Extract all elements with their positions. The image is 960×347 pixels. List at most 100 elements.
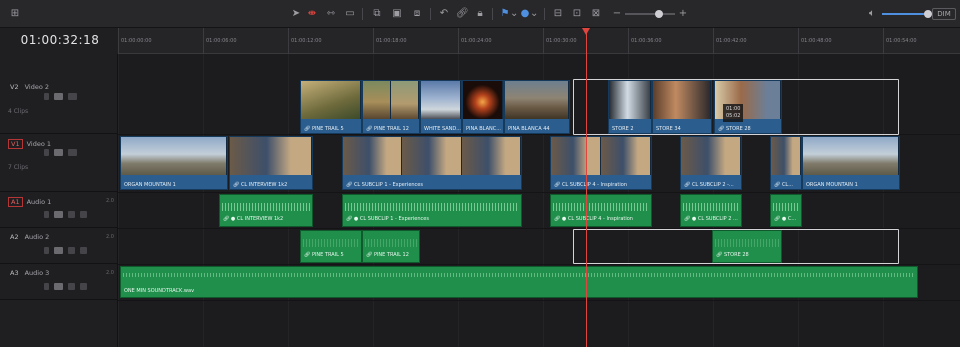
solo-icon[interactable]	[68, 283, 75, 290]
video-clip[interactable]: PINA BLANC...	[462, 80, 504, 134]
audio-clip[interactable]: 🔗︎ ● CL SUBCLIP 1 - Experiences	[342, 194, 522, 227]
clip-name: CL SUBCLIP 4 - Inspiration	[561, 182, 628, 188]
audio-clip[interactable]: 🔗︎ PINE TRAIL 5	[300, 230, 362, 263]
audio-clip[interactable]: 🔗︎ ● CL INTERVIEW 1k2	[219, 194, 313, 227]
volume-slider-knob[interactable]	[924, 10, 932, 18]
volume-slider-track[interactable]	[882, 13, 926, 15]
audio-waveform	[365, 239, 417, 248]
current-timecode[interactable]: 01:00:32:18	[10, 33, 110, 47]
video-clip[interactable]: ORGAN MOUNTAIN 1	[120, 136, 228, 190]
linked-selection-icon[interactable]: 🔗︎	[456, 7, 469, 21]
video-clip[interactable]: 🔗︎ CL SUBCLIP 1 - Experiences	[342, 136, 522, 190]
lock-track-icon[interactable]	[44, 283, 49, 290]
auto-select-icon[interactable]	[54, 283, 63, 290]
video-clip[interactable]: PINA BLANCA 44	[504, 80, 570, 134]
track-id[interactable]: V1	[8, 139, 23, 149]
track-title: A1 Audio 1	[8, 197, 51, 207]
audio-waveform	[222, 203, 310, 212]
dynamic-trim-icon[interactable]: ⇿	[324, 7, 338, 21]
auto-select-icon[interactable]	[54, 93, 63, 100]
auto-select-icon[interactable]	[54, 247, 63, 254]
clip-name: CL...	[781, 182, 793, 188]
video-clip[interactable]: 🔗︎ CL SUBCLIP 4 - Inspiration	[550, 136, 652, 190]
timeline-tracks-area[interactable]: 🔗︎ PINE TRAIL 5 🔗︎ PINE TRAIL 12 WHITE S…	[118, 54, 960, 347]
audio-waveform	[303, 239, 359, 248]
clip-name: PINE TRAIL 12	[373, 252, 409, 258]
auto-select-icon[interactable]	[54, 211, 63, 218]
clip-thumbnails	[230, 137, 312, 175]
track-header-v2[interactable]: V2 Video 2 4 Clips	[0, 78, 118, 134]
lock-track-icon[interactable]	[44, 247, 49, 254]
audio-waveform	[773, 203, 799, 212]
ruler-divider	[118, 28, 119, 54]
snapping-icon[interactable]: ↶	[438, 7, 450, 21]
zoom-slider-track[interactable]	[625, 13, 675, 15]
track-label: Audio 2	[24, 233, 50, 241]
position-lock-icon[interactable]: 🔒︎	[474, 7, 486, 21]
track-header-a2[interactable]: A2 Audio 2 2.0	[0, 228, 118, 264]
clip-name: C...	[787, 216, 797, 222]
track-header-a3[interactable]: A3 Audio 3 2.0	[0, 264, 118, 300]
flag-icon[interactable]: ⚑	[500, 7, 510, 21]
speaker-icon[interactable]: 🔈︎	[866, 7, 878, 21]
auto-select-icon[interactable]	[54, 149, 63, 156]
playhead-marker-icon[interactable]	[582, 28, 590, 35]
track-header-v1[interactable]: V1 Video 1 7 Clips	[0, 134, 118, 192]
playhead-line[interactable]	[586, 28, 587, 347]
insert-clip-icon[interactable]: ⧉	[370, 7, 384, 21]
zoom-out-icon[interactable]: −	[612, 7, 622, 21]
video-clip[interactable]: WHITE SAND...	[420, 80, 462, 134]
selection-tool-icon[interactable]: ➤	[290, 7, 302, 21]
lock-track-icon[interactable]	[44, 211, 49, 218]
audio-clip[interactable]: 🔗︎ PINE TRAIL 12	[362, 230, 420, 263]
audio-clip[interactable]: 🔗︎ ● CL SUBCLIP 4 - Inspiration	[550, 194, 652, 227]
video-clip[interactable]: 🔗︎ CL SUBCLIP 2 -...	[680, 136, 742, 190]
mute-icon[interactable]	[80, 283, 87, 290]
ruler-divider	[883, 28, 884, 54]
ruler-tick-label: 01:00:42:00	[716, 38, 747, 44]
zoom-in-icon[interactable]: +	[678, 7, 688, 21]
track-title: V2 Video 2	[8, 83, 49, 91]
marker-icon[interactable]: ●	[520, 7, 530, 21]
blade-tool-icon[interactable]: ▭	[343, 7, 357, 21]
track-id[interactable]: A1	[8, 197, 23, 207]
solo-icon[interactable]	[68, 247, 75, 254]
toolbar-divider	[362, 8, 363, 20]
ruler-tick-label: 01:00:48:00	[801, 38, 832, 44]
lock-track-icon[interactable]	[44, 93, 49, 100]
detail-zoom-icon[interactable]: ⊡	[570, 7, 584, 21]
track-header-a1[interactable]: A1 Audio 1 2.0	[0, 192, 118, 228]
track-volume-value: 2.0	[106, 270, 114, 276]
replace-clip-icon[interactable]: ⧈	[410, 7, 424, 21]
clip-thumbnails	[363, 81, 419, 119]
clip-name: WHITE SAND...	[424, 126, 462, 132]
video-clip[interactable]: 🔗︎ CL INTERVIEW 1k2	[229, 136, 313, 190]
full-extent-zoom-icon[interactable]: ⊟	[551, 7, 565, 21]
ruler-divider	[373, 28, 374, 54]
zoom-slider-knob[interactable]	[655, 10, 663, 18]
video-clip[interactable]: ORGAN MOUNTAIN 1	[802, 136, 900, 190]
solo-icon[interactable]	[68, 211, 75, 218]
video-clip[interactable]: 🔗︎ CL...	[770, 136, 802, 190]
dim-button[interactable]: DIM	[932, 8, 956, 20]
audio-clip[interactable]: 🔗︎ ● CL SUBCLIP 2 ...	[680, 194, 742, 227]
custom-zoom-icon[interactable]: ⊠	[589, 7, 603, 21]
timeline-view-options-icon[interactable]: ⊞	[8, 7, 22, 21]
flag-dropdown-chevron-icon[interactable]: ⌄	[510, 7, 518, 21]
audio-clip[interactable]: 🔗︎ ● C...	[770, 194, 802, 227]
lock-track-icon[interactable]	[44, 149, 49, 156]
trim-edit-tool-icon[interactable]: ⇼	[305, 7, 319, 21]
audio-clip[interactable]: ONE MIN SOUNDTRACK.wav	[120, 266, 918, 298]
overwrite-clip-icon[interactable]: ▣	[390, 7, 404, 21]
video-clip[interactable]: 🔗︎ PINE TRAIL 12	[362, 80, 420, 134]
marker-dropdown-chevron-icon[interactable]: ⌄	[530, 7, 538, 21]
clip-label: WHITE SAND...	[424, 126, 461, 132]
track-volume-value: 2.0	[106, 234, 114, 240]
mute-icon[interactable]	[80, 211, 87, 218]
disable-track-icon[interactable]	[68, 93, 77, 100]
clip-count: 7 Clips	[8, 164, 29, 171]
mute-icon[interactable]	[80, 247, 87, 254]
timeline-ruler[interactable]: 01:00:00:00 01:00:06:00 01:00:12:00 01:0…	[118, 28, 960, 54]
video-clip[interactable]: 🔗︎ PINE TRAIL 5	[300, 80, 362, 134]
disable-track-icon[interactable]	[68, 149, 77, 156]
